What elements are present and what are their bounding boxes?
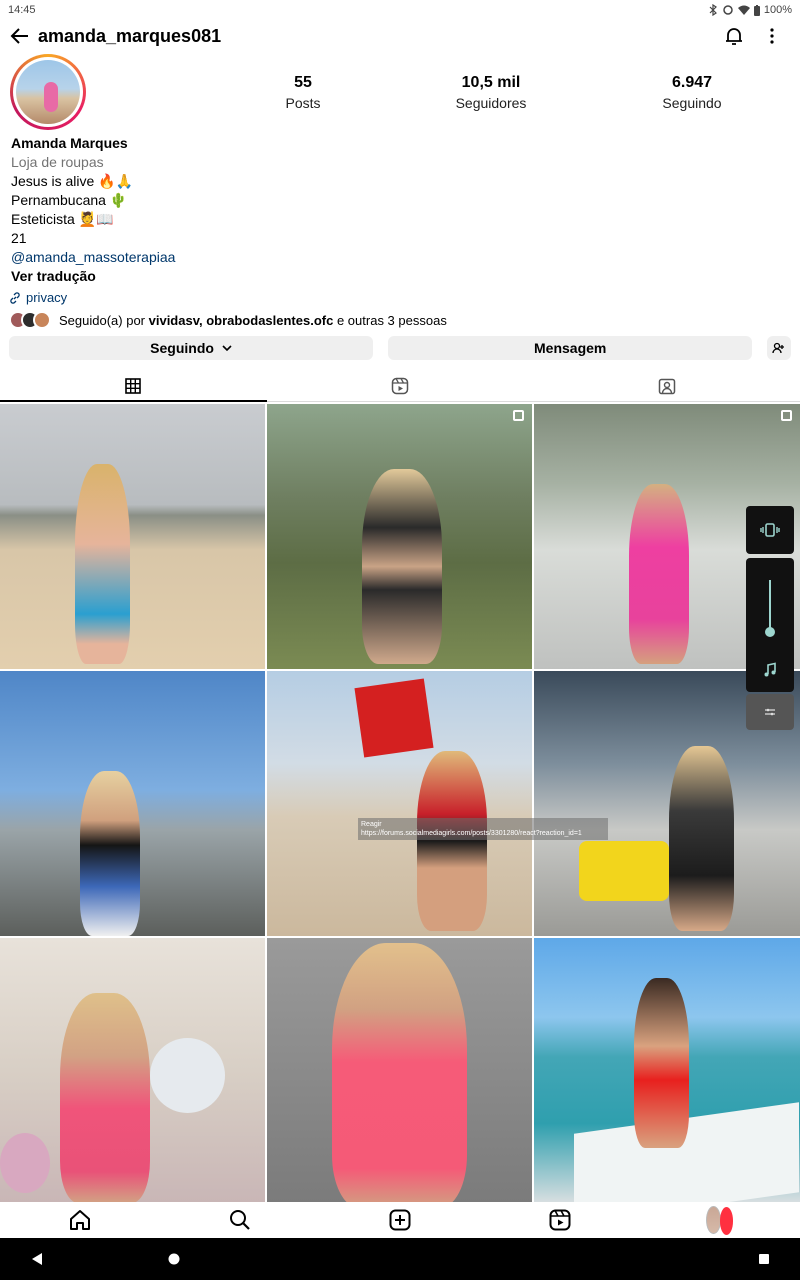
volume-slider[interactable] [746,558,794,692]
profile-bio: Amanda Marques Loja de roupas Jesus is a… [11,134,791,286]
stat-followers-label: Seguidores [455,95,527,111]
link-icon [10,291,20,304]
arrow-left-icon [10,28,28,44]
bio-line: Pernambucana 🌵 [11,192,128,208]
nav-reels[interactable] [546,1206,574,1234]
recents-square-icon[interactable] [758,1253,770,1265]
status-time: 14:45 [8,4,36,16]
message-button[interactable]: Mensagem [388,336,753,360]
profile-display-name: Amanda Marques [11,135,128,151]
followed-by-prefix: Seguido(a) por [59,312,145,328]
bio-mention-link[interactable]: @amanda_massoterapiaa [11,248,791,267]
reels-icon [549,1209,571,1231]
ringer-mode-button[interactable] [746,506,794,554]
followed-by-users: vividasv, obrabodaslentes.ofc [148,312,334,328]
volume-settings-button[interactable] [746,694,794,730]
status-bar: 14:45 100% [0,0,800,20]
profile-tabs [0,370,800,402]
multiple-photos-icon [513,410,524,421]
battery-percent: 100% [763,4,792,16]
stat-followers-value: 10,5 mil [461,74,521,91]
notifications-button[interactable] [722,24,746,48]
nav-create[interactable] [386,1206,414,1234]
nav-home[interactable] [66,1206,94,1234]
posts-grid [0,404,800,1202]
back-triangle-icon[interactable] [30,1252,44,1266]
following-button[interactable]: Seguindo [9,336,374,360]
suggested-users-button[interactable] [767,336,791,360]
volume-track [769,580,771,632]
more-vertical-icon [770,28,774,44]
bluetooth-icon [709,4,717,16]
profile-avatar-icon [706,1206,721,1234]
wifi-icon [737,5,750,15]
tooltip-url: https://forums.socialmediagirls.com/post… [361,830,582,837]
avatar [33,311,51,329]
vibrate-icon [760,523,780,537]
stat-following-value: 6.947 [671,74,713,91]
bio-line: 21 [11,230,27,246]
post-thumbnail[interactable] [267,938,532,1202]
profile-category: Loja de roupas [11,154,104,170]
tab-posts-grid[interactable] [0,370,267,402]
reels-icon [391,377,409,394]
battery-icon [753,4,760,16]
chevron-down-icon [222,345,232,351]
music-note-icon [764,662,776,677]
stat-following-label: Seguindo [662,95,722,111]
tagged-person-icon [658,378,675,394]
post-thumbnail[interactable] [267,671,532,936]
stat-posts[interactable]: 55 Posts [238,74,368,111]
message-button-label: Mensagem [534,340,607,356]
search-icon [230,1210,250,1230]
tooltip-title: Reagir [361,821,382,828]
tab-tagged[interactable] [533,370,800,401]
external-link[interactable]: privacy [9,290,67,305]
tab-reels[interactable] [267,370,534,401]
post-thumbnail[interactable] [0,671,265,936]
multiple-photos-icon [781,410,792,421]
volume-panel [746,506,794,730]
followed-by-suffix: e outras 3 pessoas [336,312,447,328]
post-thumbnail[interactable] [0,938,265,1202]
system-nav-bar [0,1238,800,1280]
post-thumbnail[interactable] [267,404,532,669]
post-thumbnail[interactable] [0,404,265,669]
bio-line: Jesus is alive 🔥🙏 [11,173,134,189]
profile-header: 55 Posts 10,5 mil Seguidores 6.947 Segui… [0,54,800,134]
followed-by-row[interactable]: Seguido(a) por vividasv, obrabodaslentes… [9,311,447,329]
stat-followers[interactable]: 10,5 mil Seguidores [426,74,556,111]
stat-posts-value: 55 [294,74,312,91]
followed-by-avatars [9,311,51,329]
bio-line: Esteticista 💆📖 [11,211,114,227]
external-link-label: privacy [26,290,68,305]
notification-dot [719,1207,733,1235]
data-saver-icon [723,5,733,15]
grid-icon [125,377,142,394]
bottom-nav [0,1202,800,1238]
nav-search[interactable] [226,1206,254,1234]
profile-top-bar: amanda_marques081 [0,20,800,52]
bell-icon [726,28,742,45]
see-translation-link[interactable]: Ver tradução [11,267,791,286]
add-person-icon [772,342,785,354]
more-options-button[interactable] [760,24,784,48]
profile-username: amanda_marques081 [38,25,222,46]
link-tooltip: Reagir https://forums.socialmediagirls.c… [358,818,608,840]
story-ring[interactable] [10,54,86,130]
post-thumbnail[interactable] [534,938,800,1202]
volume-knob[interactable] [765,627,775,637]
following-button-label: Seguindo [150,340,214,356]
home-icon [70,1210,90,1230]
stat-posts-label: Posts [285,95,321,111]
add-post-icon [389,1209,411,1231]
back-button[interactable] [8,24,32,48]
home-circle-icon[interactable] [167,1252,181,1266]
status-icons: 100% [708,4,792,16]
nav-profile[interactable] [706,1206,734,1235]
stat-following[interactable]: 6.947 Seguindo [627,74,757,111]
profile-actions: Seguindo Mensagem [9,336,791,360]
profile-avatar [16,60,80,124]
sliders-icon [765,708,775,716]
